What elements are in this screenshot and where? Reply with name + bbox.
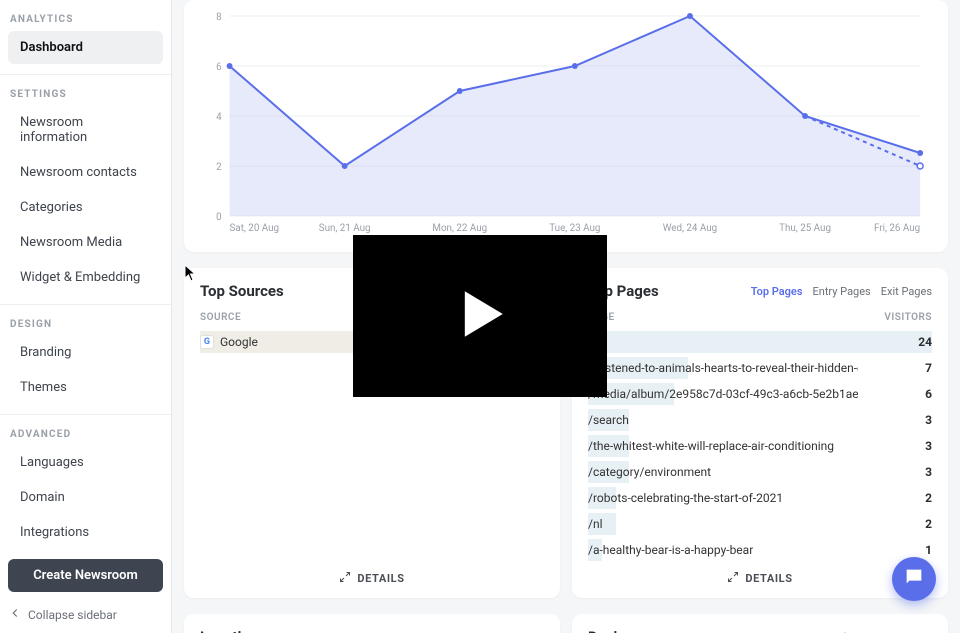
sidebar-item-newsroom-information[interactable]: Newsroom information (8, 106, 163, 154)
sidebar-item-newsroom-media[interactable]: Newsroom Media (8, 226, 163, 259)
details-label: DETAILS (745, 572, 792, 585)
google-favicon-icon: G (200, 335, 214, 349)
sidebar-item-branding[interactable]: Branding (8, 336, 163, 369)
page-row-value: 7 (908, 361, 932, 375)
svg-text:0: 0 (216, 212, 222, 223)
sidebar: ANALYTICS Dashboard SETTINGS Newsroom in… (0, 0, 172, 633)
page-row[interactable]: /robots-celebrating-the-start-of-2021 2 (588, 485, 932, 511)
top-pages-card: Top Pages Top Pages Entry Pages Exit Pag… (572, 268, 948, 598)
sidebar-item-dashboard[interactable]: Dashboard (8, 31, 163, 64)
page-row-value: 2 (908, 517, 932, 531)
page-row[interactable]: /a-healthy-bear-is-a-happy-bear 1 (588, 537, 932, 563)
svg-text:Fri, 26 Aug: Fri, 26 Aug (874, 223, 920, 234)
page-row-label: /robots-celebrating-the-start-of-2021 (588, 491, 783, 505)
sidebar-item-newsroom-contacts[interactable]: Newsroom contacts (8, 156, 163, 189)
svg-text:Sat, 20 Aug: Sat, 20 Aug (230, 223, 280, 234)
sidebar-item-themes[interactable]: Themes (8, 371, 163, 404)
tab-top-pages[interactable]: Top Pages (751, 285, 803, 298)
section-header-advanced: ADVANCED (0, 415, 171, 444)
expand-icon (727, 571, 739, 586)
collapse-sidebar-label: Collapse sidebar (28, 608, 117, 622)
locations-title: Locations (200, 628, 266, 633)
svg-text:Wed, 24 Aug: Wed, 24 Aug (663, 223, 717, 234)
page-row-value: 3 (908, 465, 932, 479)
locations-card: Locations Map Countries Regions Cities (184, 614, 560, 633)
svg-text:2: 2 (216, 162, 222, 173)
pages-details-button[interactable]: DETAILS (727, 563, 792, 586)
page-row-label: /a-healthy-bear-is-a-happy-bear (588, 543, 753, 557)
svg-text:Thu, 25 Aug: Thu, 25 Aug (779, 223, 831, 234)
collapse-sidebar-button[interactable]: Collapse sidebar (0, 598, 171, 633)
page-row[interactable]: /24 (588, 329, 932, 355)
sidebar-item-widget-embedding[interactable]: Widget & Embedding (8, 261, 163, 294)
col-visitors: Visitors (884, 312, 932, 323)
sidebar-item-integrations[interactable]: Integrations (8, 516, 163, 549)
section-header-design: DESIGN (0, 305, 171, 334)
page-row-label: /category/environment (588, 465, 711, 479)
visitors-area-chart: 8 6 4 2 0 Sat, 20 A (202, 6, 930, 236)
create-newsroom-button[interactable]: Create Newsroom (8, 559, 163, 592)
details-label: DETAILS (357, 572, 404, 585)
page-row-value: 1 (908, 543, 932, 557)
devices-title: Devices (588, 628, 641, 633)
page-row[interactable]: /nl 2 (588, 511, 932, 537)
play-icon (442, 276, 518, 356)
chat-launcher-button[interactable] (892, 557, 936, 601)
page-row-value: 3 (908, 439, 932, 453)
visitors-chart-card: 8 6 4 2 0 Sat, 20 A (184, 0, 948, 252)
page-row[interactable]: /search 3 (588, 407, 932, 433)
chat-icon (903, 566, 925, 592)
svg-text:Sun, 21 Aug: Sun, 21 Aug (319, 223, 371, 234)
top-sources-title: Top Sources (200, 282, 284, 300)
page-row[interactable]: /category/environment 3 (588, 459, 932, 485)
col-source: Source (200, 312, 241, 323)
sources-details-button[interactable]: DETAILS (339, 563, 404, 586)
tab-exit-pages[interactable]: Exit Pages (881, 285, 932, 298)
svg-text:4: 4 (216, 112, 222, 123)
video-play-overlay[interactable] (353, 235, 607, 397)
tab-entry-pages[interactable]: Entry Pages (813, 285, 871, 298)
section-header-analytics: ANALYTICS (0, 0, 171, 29)
page-row-label: /i-listened-to-animals-hearts-to-reveal-… (588, 361, 858, 375)
sidebar-item-categories[interactable]: Categories (8, 191, 163, 224)
svg-text:8: 8 (216, 12, 222, 23)
sidebar-item-languages[interactable]: Languages (8, 446, 163, 479)
page-row-label: /media/album/2e958c7d-03cf-49c3-a6cb-5e2… (588, 387, 858, 401)
page-row-label: /the-whitest-white-will-replace-air-cond… (588, 439, 834, 453)
page-row-value: 3 (908, 413, 932, 427)
page-row[interactable]: /i-listened-to-animals-hearts-to-reveal-… (588, 355, 932, 381)
sidebar-item-domain[interactable]: Domain (8, 481, 163, 514)
page-row-value: 6 (908, 387, 932, 401)
page-row-value: 2 (908, 491, 932, 505)
page-row-label: /nl (588, 517, 603, 531)
svg-text:Mon, 22 Aug: Mon, 22 Aug (432, 223, 487, 234)
top-pages-tabs: Top Pages Entry Pages Exit Pages (751, 285, 932, 298)
source-row-label: Google (220, 335, 258, 349)
svg-text:6: 6 (216, 62, 222, 73)
svg-text:Tue, 23 Aug: Tue, 23 Aug (549, 223, 600, 234)
page-row[interactable]: /media/album/2e958c7d-03cf-49c3-a6cb-5e2… (588, 381, 932, 407)
page-row-value: 24 (908, 335, 932, 349)
page-row[interactable]: /the-whitest-white-will-replace-air-cond… (588, 433, 932, 459)
page-row-label: /search (588, 413, 629, 427)
expand-icon (339, 571, 351, 586)
devices-card: Devices Size Browser OS (572, 614, 948, 633)
chevron-left-icon (8, 606, 22, 623)
section-header-settings: SETTINGS (0, 75, 171, 104)
